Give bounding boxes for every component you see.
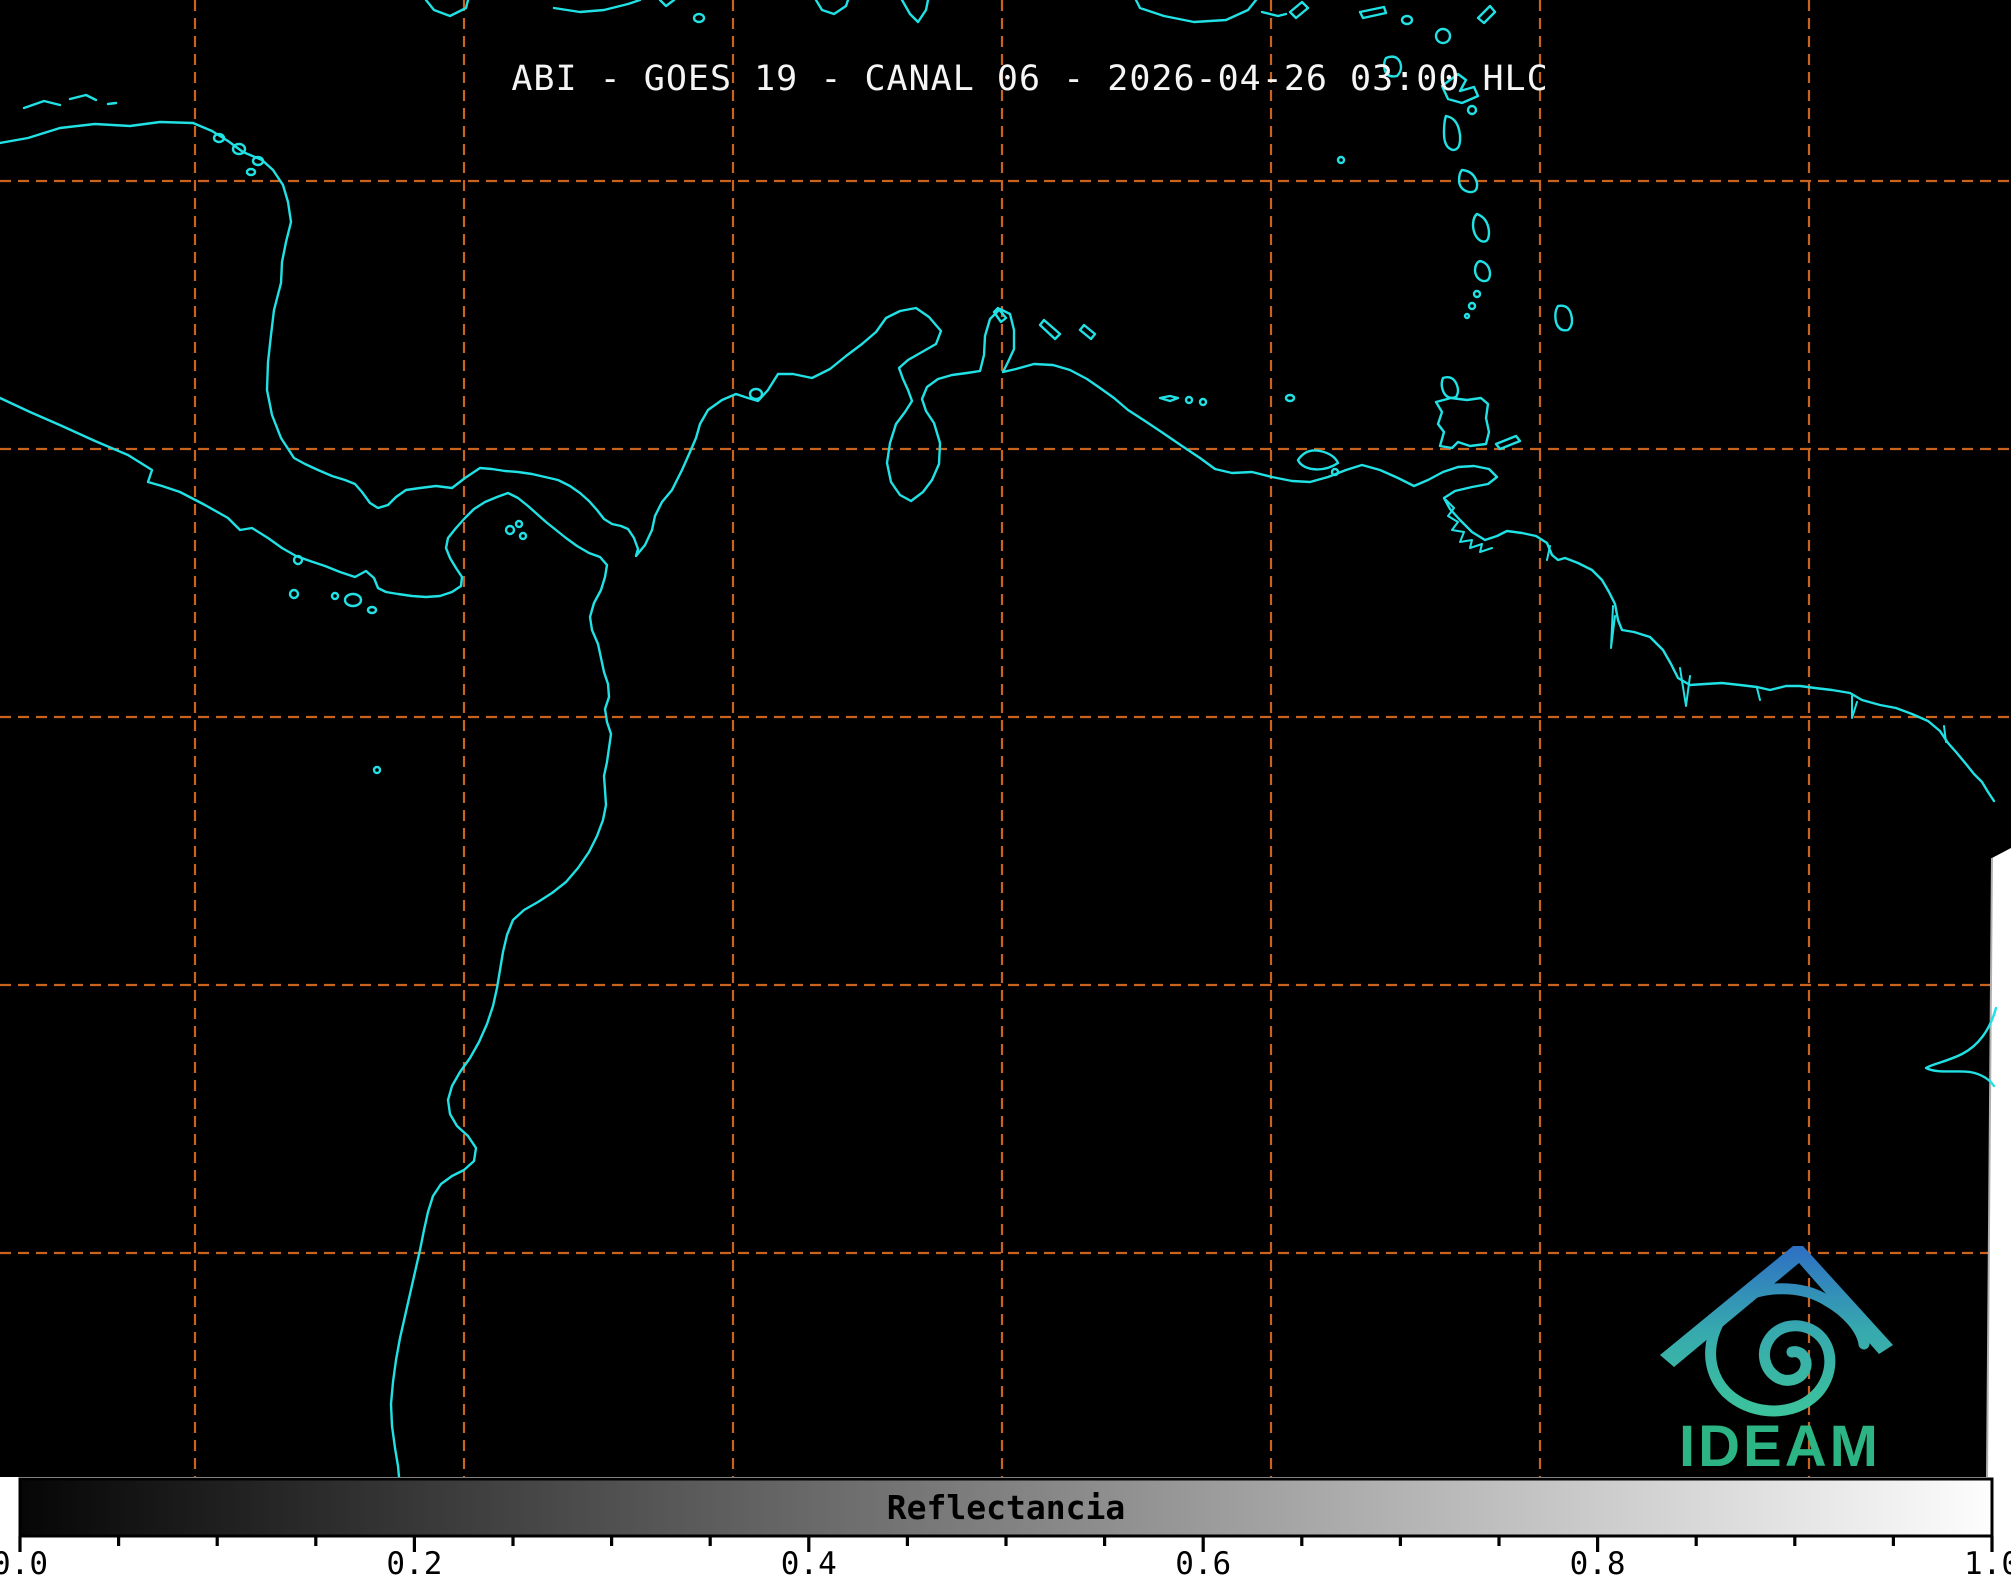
colorbar-tick-label: 0.2 [386,1546,442,1577]
map-canvas: ABI - GOES 19 - CANAL 06 - 2026-04-26 03… [0,0,2011,1577]
image-title: ABI - GOES 19 - CANAL 06 - 2026-04-26 03… [511,59,1548,99]
colorbar-tick-label: 0.8 [1570,1546,1626,1577]
satellite-image-figure: ABI - GOES 19 - CANAL 06 - 2026-04-26 03… [0,0,2011,1577]
logo-wordmark: IDEAM [1679,1414,1881,1479]
map-background [0,0,2011,1477]
colorbar-tick-label: 0.6 [1175,1546,1231,1577]
colorbar-tick-label: 0.4 [781,1546,837,1577]
colorbar-tick-label: 0.0 [0,1546,48,1577]
colorbar-tick-label: 1.0 [1964,1546,2011,1577]
colorbar-label: Reflectancia [887,1488,1125,1527]
